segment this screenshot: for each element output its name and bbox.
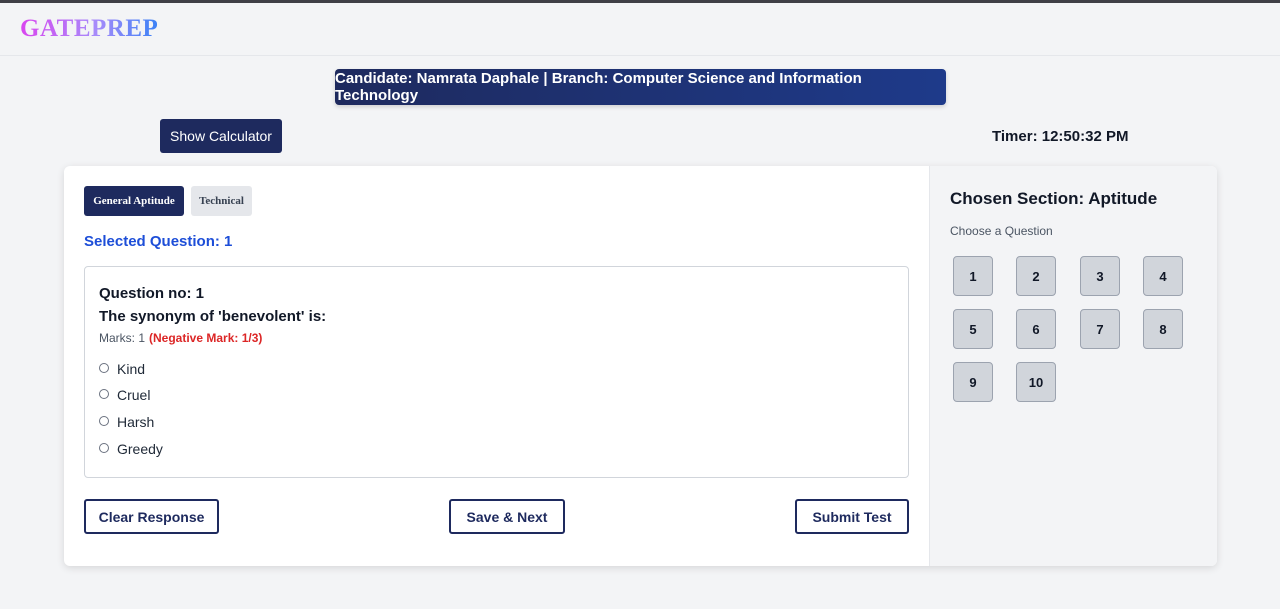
option-label: Cruel xyxy=(117,387,151,403)
question-palette-button-2[interactable]: 2 xyxy=(1016,256,1056,296)
submit-test-button[interactable]: Submit Test xyxy=(795,499,909,534)
choose-question-label: Choose a Question xyxy=(950,224,1053,238)
tab-general-aptitude[interactable]: General Aptitude xyxy=(84,186,184,216)
navbar: GATEPREP xyxy=(0,3,1280,56)
question-palette-button-6[interactable]: 6 xyxy=(1016,309,1056,349)
question-palette-panel: Chosen Section: Aptitude Choose a Questi… xyxy=(929,166,1217,566)
question-palette-button-9[interactable]: 9 xyxy=(953,362,993,402)
option-label: Harsh xyxy=(117,414,155,430)
option-label: Greedy xyxy=(117,441,163,457)
option-label: Kind xyxy=(117,361,146,377)
question-palette-button-4[interactable]: 4 xyxy=(1143,256,1183,296)
chosen-section-title: Chosen Section: Aptitude xyxy=(950,189,1158,208)
question-palette-button-10[interactable]: 10 xyxy=(1016,362,1056,402)
option-cruel[interactable]: Cruel xyxy=(99,386,150,404)
option-kind[interactable]: Kind xyxy=(99,360,145,378)
radio-icon[interactable] xyxy=(99,443,109,453)
question-palette-button-5[interactable]: 5 xyxy=(953,309,993,349)
clear-response-button[interactable]: Clear Response xyxy=(84,499,219,534)
question-text: The synonym of 'benevolent' is: xyxy=(99,308,327,325)
app-logo[interactable]: GATEPREP xyxy=(20,15,158,43)
timer: Timer: 12:50:32 PM xyxy=(992,128,1129,145)
radio-icon[interactable] xyxy=(99,416,109,426)
selected-question-label: Selected Question: 1 xyxy=(84,233,233,250)
exam-card: General Aptitude Technical Selected Ques… xyxy=(64,166,1217,566)
radio-icon[interactable] xyxy=(99,389,109,399)
tab-technical[interactable]: Technical xyxy=(191,186,252,216)
question-box: Question no: 1 The synonym of 'benevolen… xyxy=(84,266,909,478)
question-palette-button-7[interactable]: 7 xyxy=(1080,309,1120,349)
save-next-button[interactable]: Save & Next xyxy=(449,499,565,534)
option-greedy[interactable]: Greedy xyxy=(99,440,163,458)
option-harsh[interactable]: Harsh xyxy=(99,413,154,431)
question-palette-button-8[interactable]: 8 xyxy=(1143,309,1183,349)
show-calculator-button[interactable]: Show Calculator xyxy=(160,119,282,153)
radio-icon[interactable] xyxy=(99,363,109,373)
marks-label: Marks: 1 xyxy=(99,331,146,345)
question-palette-button-3[interactable]: 3 xyxy=(1080,256,1120,296)
negative-mark-label: (Negative Mark: 1/3) xyxy=(149,331,263,345)
question-number: Question no: 1 xyxy=(99,285,204,302)
marks-info: Marks: 1 (Negative Mark: 1/3) xyxy=(99,331,262,345)
candidate-banner: Candidate: Namrata Daphale | Branch: Com… xyxy=(335,69,946,105)
question-palette-button-1[interactable]: 1 xyxy=(953,256,993,296)
